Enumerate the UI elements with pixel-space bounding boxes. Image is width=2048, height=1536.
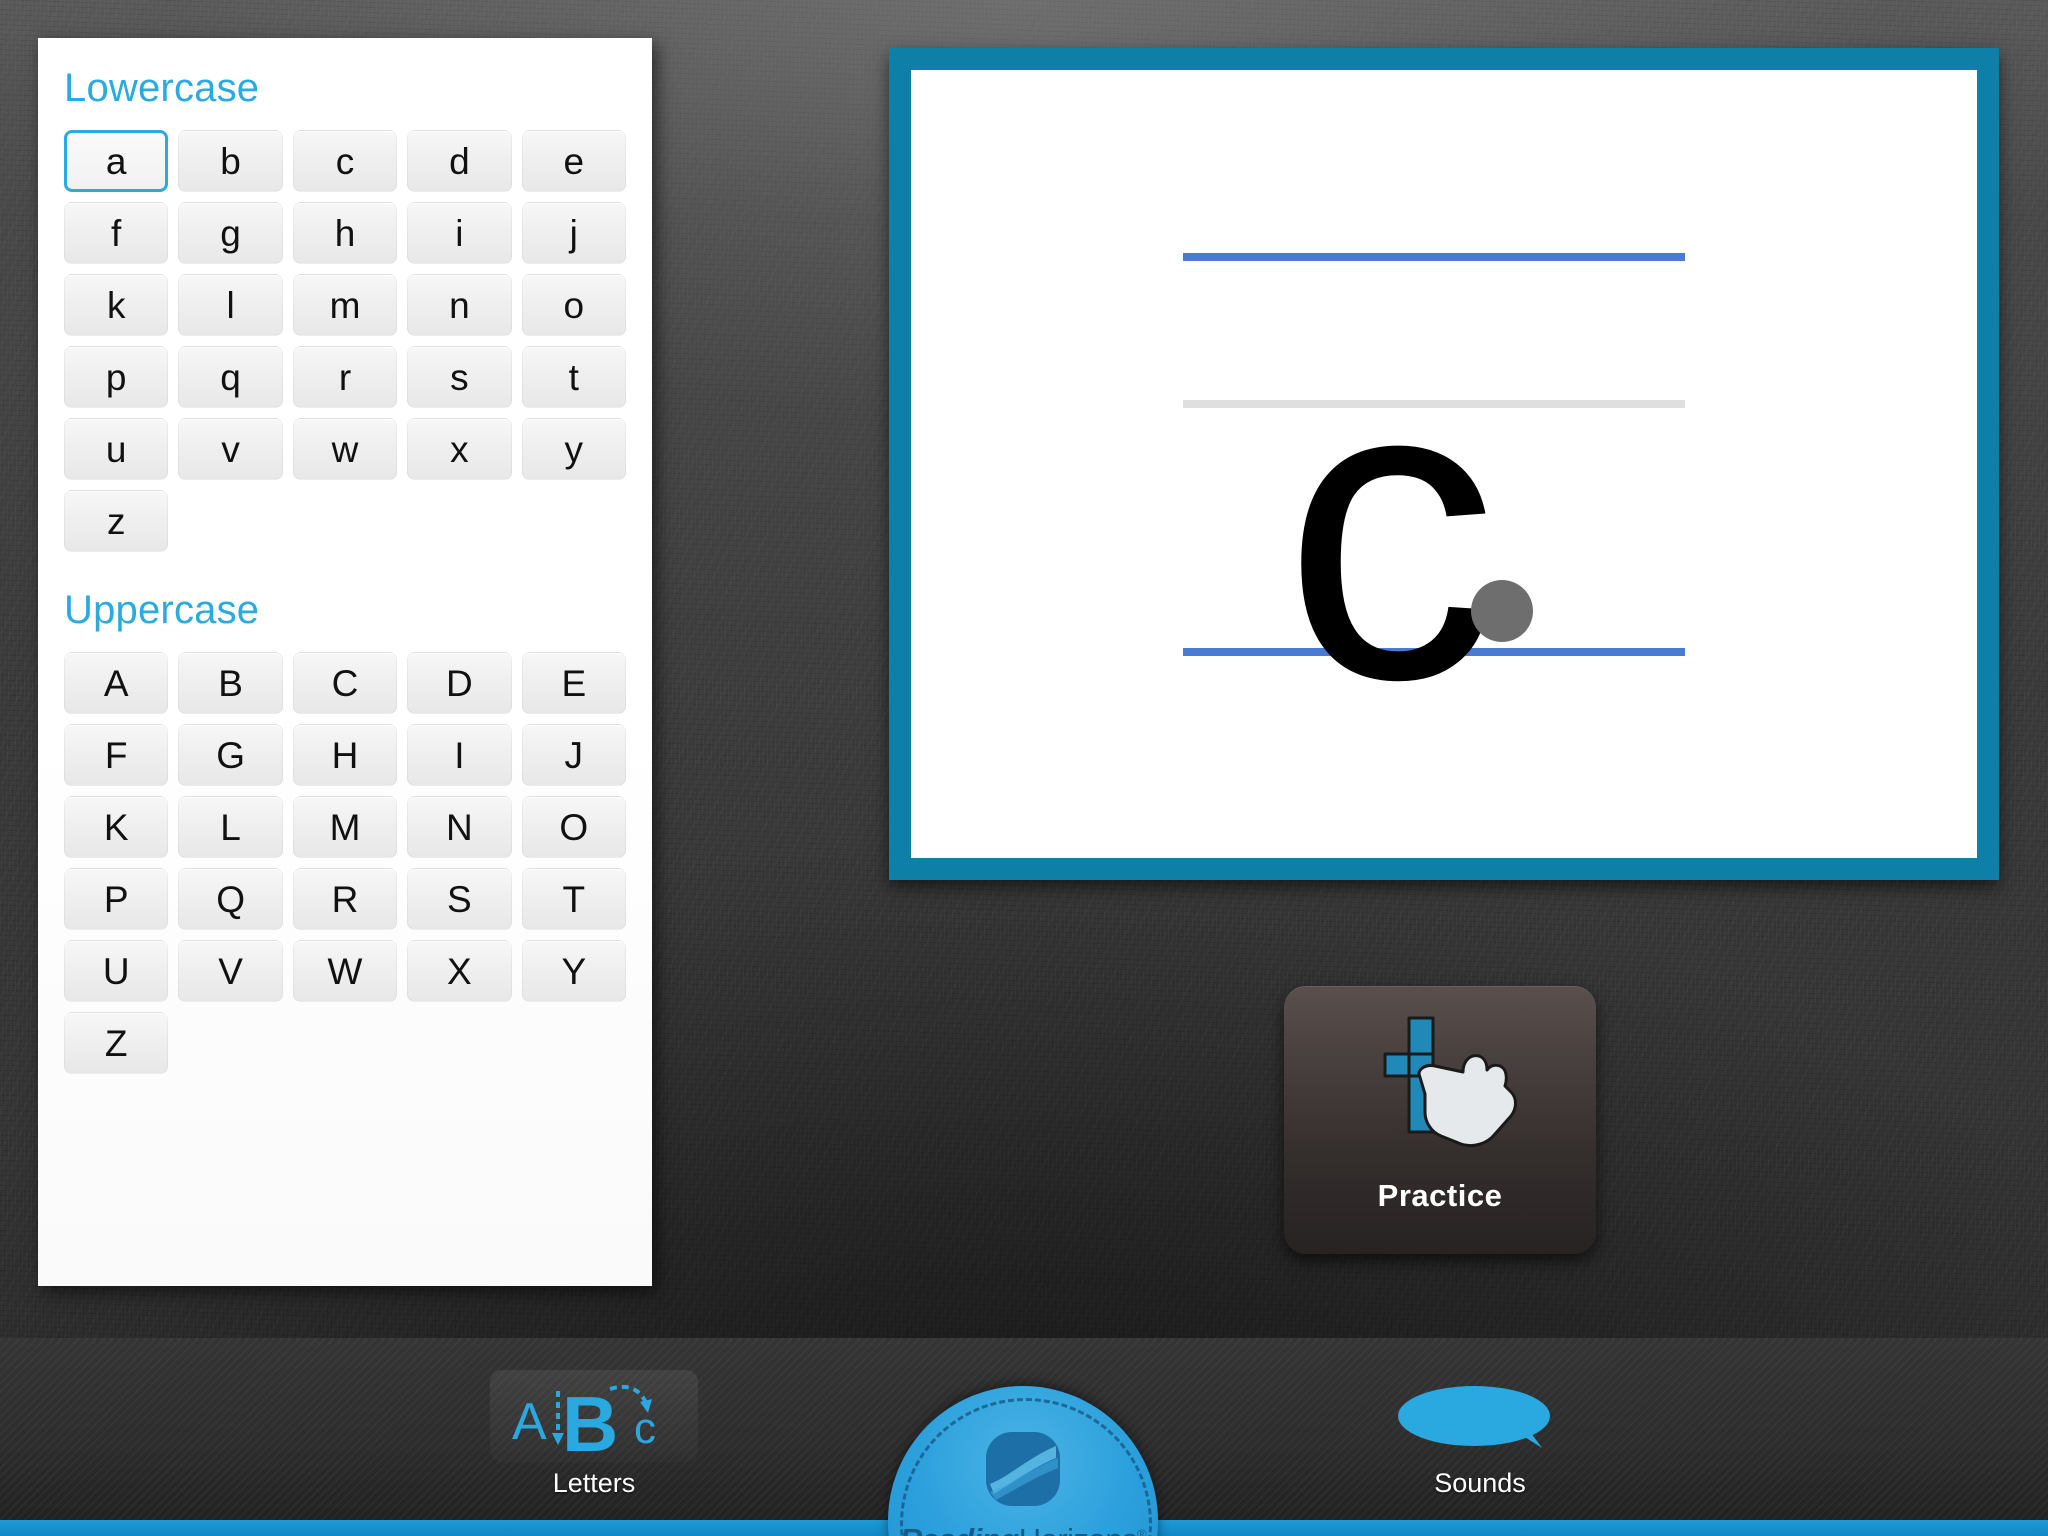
uppercase-section-header: Uppercase xyxy=(64,588,260,632)
letter-tile-uppercase-J[interactable]: J xyxy=(521,724,626,786)
letter-tile-lowercase-e[interactable]: e xyxy=(521,130,626,192)
letter-tile-lowercase-s[interactable]: s xyxy=(407,346,512,408)
letter-tile-uppercase-N[interactable]: N xyxy=(407,796,512,858)
letter-tile-uppercase-Y[interactable]: Y xyxy=(521,940,626,1002)
app-root: Lowercase abcdefghijklmnopqrstuvwxyz Upp… xyxy=(0,0,2048,1536)
letter-tile-lowercase-v[interactable]: v xyxy=(178,418,283,480)
letter-display: c xyxy=(1183,314,1685,744)
letter-tile-lowercase-q[interactable]: q xyxy=(178,346,283,408)
letter-tile-uppercase-Z[interactable]: Z xyxy=(64,1012,169,1074)
letter-tile-uppercase-X[interactable]: X xyxy=(407,940,512,1002)
lowercase-letter-grid: abcde fghij klmno pqrst uvwxy z xyxy=(64,130,626,552)
letter-tile-lowercase-z[interactable]: z xyxy=(64,490,169,552)
letter-tile-uppercase-E[interactable]: E xyxy=(521,652,626,714)
letter-tile-lowercase-h[interactable]: h xyxy=(292,202,398,264)
displayed-letter-glyph: c xyxy=(1283,289,1498,769)
letter-tile-lowercase-r[interactable]: r xyxy=(292,346,398,408)
tab-sounds[interactable]: Sounds xyxy=(1380,1380,1580,1500)
letter-tile-uppercase-B[interactable]: B xyxy=(178,652,283,714)
letter-tile-uppercase-D[interactable]: D xyxy=(407,652,512,714)
whiteboard-frame: c xyxy=(889,48,1999,880)
letters-panel: Lowercase abcde fghij klmno pqrst uvwxy z Upp… xyxy=(38,38,652,1286)
letter-tile-uppercase-R[interactable]: R xyxy=(292,868,398,930)
letter-tile-uppercase-H[interactable]: H xyxy=(292,724,398,786)
letter-tile-uppercase-I[interactable]: I xyxy=(407,724,512,786)
letter-tile-uppercase-U[interactable]: U xyxy=(64,940,169,1002)
letter-tile-lowercase-k[interactable]: k xyxy=(64,274,169,336)
brand-wordmark: ReadingHorizons® xyxy=(900,1522,1147,1536)
abc-strokes-icon: A B c xyxy=(512,1380,656,1457)
letter-tile-lowercase-a[interactable]: a xyxy=(64,130,169,192)
letter-tile-uppercase-F[interactable]: F xyxy=(64,724,169,786)
letter-tile-lowercase-m[interactable]: m xyxy=(292,274,398,336)
letter-tile-uppercase-W[interactable]: W xyxy=(292,940,398,1002)
guide-line-top xyxy=(1183,253,1685,261)
letter-tile-uppercase-C[interactable]: C xyxy=(292,652,398,714)
letter-tile-lowercase-y[interactable]: y xyxy=(521,418,626,480)
letter-tile-lowercase-b[interactable]: b xyxy=(178,130,283,192)
lowercase-section-header: Lowercase xyxy=(64,66,260,110)
letter-tile-uppercase-V[interactable]: V xyxy=(178,940,283,1002)
letter-tile-uppercase-S[interactable]: S xyxy=(407,868,512,930)
letter-tile-lowercase-o[interactable]: o xyxy=(521,274,626,336)
stroke-endpoint-dot xyxy=(1471,580,1533,642)
letter-tile-lowercase-j[interactable]: j xyxy=(521,202,626,264)
letter-tile-lowercase-p[interactable]: p xyxy=(64,346,169,408)
letter-tile-lowercase-g[interactable]: g xyxy=(178,202,283,264)
letter-tile-lowercase-f[interactable]: f xyxy=(64,202,169,264)
svg-text:B: B xyxy=(562,1380,618,1457)
hand-pointer-icon xyxy=(1383,1016,1517,1148)
letter-tile-lowercase-u[interactable]: u xyxy=(64,418,169,480)
letter-tile-lowercase-i[interactable]: i xyxy=(407,202,512,264)
letter-tile-uppercase-M[interactable]: M xyxy=(292,796,398,858)
whiteboard-surface[interactable]: c xyxy=(911,70,1977,858)
letter-tile-uppercase-G[interactable]: G xyxy=(178,724,283,786)
letters-tab-label: Letters xyxy=(552,1467,636,1498)
letter-tile-uppercase-O[interactable]: O xyxy=(521,796,626,858)
letter-tile-lowercase-n[interactable]: n xyxy=(407,274,512,336)
tab-letters[interactable]: A B c Letters xyxy=(490,1368,698,1500)
reading-horizons-logo-icon xyxy=(986,1432,1060,1506)
letter-tile-uppercase-Q[interactable]: Q xyxy=(178,868,283,930)
speech-bubble-icon xyxy=(1398,1385,1550,1448)
uppercase-letter-grid: ABCDE FGHIJ KLMNO PQRST UVWXY Z xyxy=(64,652,626,1074)
brand-name-regular: Horizons xyxy=(1019,1522,1138,1536)
letters-tab-plate: A B c xyxy=(490,1369,698,1462)
practice-button[interactable]: Practice xyxy=(1284,986,1596,1254)
sounds-tab-label: Sounds xyxy=(1434,1467,1526,1498)
letter-tile-uppercase-A[interactable]: A xyxy=(64,652,169,714)
practice-button-label: Practice xyxy=(1377,1178,1503,1213)
letter-tile-lowercase-d[interactable]: d xyxy=(407,130,512,192)
letter-tile-lowercase-c[interactable]: c xyxy=(292,130,398,192)
svg-text:A: A xyxy=(512,1393,547,1451)
letter-tile-uppercase-P[interactable]: P xyxy=(64,868,169,930)
letter-tile-lowercase-w[interactable]: w xyxy=(292,418,398,480)
letter-tile-lowercase-l[interactable]: l xyxy=(178,274,283,336)
letter-tile-uppercase-K[interactable]: K xyxy=(64,796,169,858)
brand-name-bold: Reading xyxy=(900,1522,1019,1536)
letter-tile-uppercase-L[interactable]: L xyxy=(178,796,283,858)
brand-trademark: ® xyxy=(1137,1526,1147,1536)
letter-tile-uppercase-T[interactable]: T xyxy=(521,868,626,930)
svg-text:c: c xyxy=(634,1404,656,1453)
letter-tile-lowercase-t[interactable]: t xyxy=(521,346,626,408)
letter-tile-lowercase-x[interactable]: x xyxy=(407,418,512,480)
